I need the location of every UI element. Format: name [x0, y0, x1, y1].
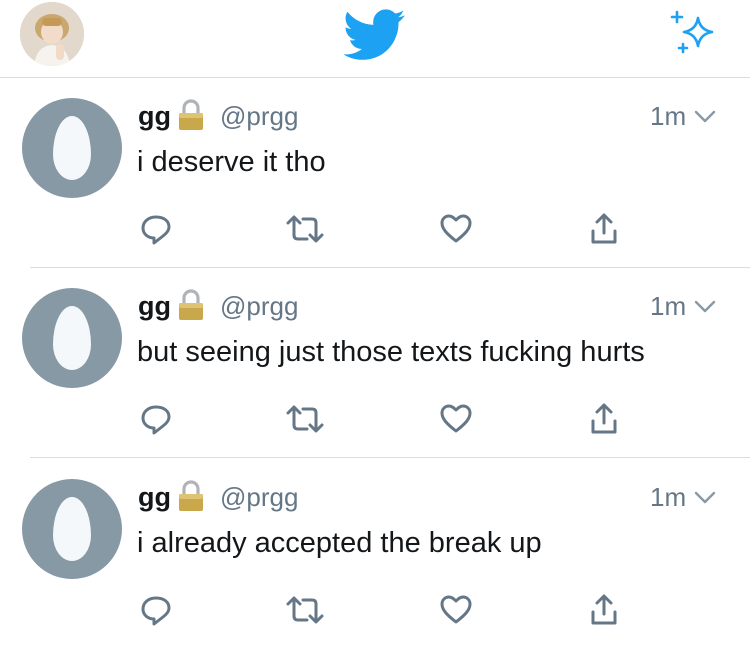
tweet-text: i deserve it tho [137, 146, 326, 178]
retweet-button[interactable] [284, 211, 326, 247]
like-button[interactable] [438, 592, 474, 628]
retweet-button[interactable] [284, 592, 326, 628]
like-icon [440, 404, 472, 433]
share-icon [591, 403, 617, 434]
avatar[interactable] [22, 479, 122, 579]
handle[interactable]: @prgg [220, 100, 298, 132]
profile-photo-icon [20, 2, 84, 66]
display-name[interactable]: gg [138, 290, 171, 322]
timestamp: 1m [650, 101, 687, 131]
avatar[interactable] [22, 288, 122, 388]
lock-icon [179, 289, 203, 320]
reply-icon [141, 596, 171, 626]
share-button[interactable] [586, 401, 622, 437]
reply-button[interactable] [138, 401, 174, 437]
tweet[interactable]: gg @prgg 1m i deserve it tho [0, 78, 750, 268]
reply-icon [141, 405, 171, 435]
handle[interactable]: @prgg [220, 481, 298, 513]
display-name[interactable]: gg [138, 100, 171, 132]
sparkle-icon[interactable] [668, 8, 720, 60]
top-bar [0, 0, 750, 78]
lock-icon [179, 99, 203, 130]
divider [30, 457, 750, 458]
tweet-text: but seeing just those texts fucking hurt… [137, 336, 645, 368]
egg-icon [53, 306, 91, 370]
reply-button[interactable] [138, 592, 174, 628]
handle[interactable]: @prgg [220, 290, 298, 322]
like-button[interactable] [438, 211, 474, 247]
avatar[interactable] [22, 98, 122, 198]
display-name[interactable]: gg [138, 481, 171, 513]
retweet-icon [286, 215, 324, 243]
profile-avatar[interactable] [20, 2, 84, 66]
reply-icon [141, 215, 171, 245]
share-button[interactable] [586, 211, 622, 247]
tweet-text: i already accepted the break up [137, 527, 542, 559]
reply-button[interactable] [138, 211, 174, 247]
retweet-button[interactable] [284, 401, 326, 437]
tweet[interactable]: gg @prgg 1m i already accepted the break… [0, 459, 750, 649]
like-icon [440, 214, 472, 243]
timestamp: 1m [650, 482, 687, 512]
retweet-icon [286, 405, 324, 433]
lock-icon [179, 480, 203, 511]
egg-icon [53, 116, 91, 180]
retweet-icon [286, 596, 324, 624]
chevron-down-icon[interactable] [694, 300, 716, 314]
share-icon [591, 594, 617, 625]
tweet[interactable]: gg @prgg 1m but seeing just those texts … [0, 268, 750, 458]
timestamp: 1m [650, 291, 687, 321]
share-button[interactable] [586, 592, 622, 628]
like-button[interactable] [438, 401, 474, 437]
like-icon [440, 595, 472, 624]
share-icon [591, 213, 617, 244]
egg-icon [53, 497, 91, 561]
chevron-down-icon[interactable] [694, 491, 716, 505]
twitter-bird-icon [344, 9, 405, 60]
chevron-down-icon[interactable] [694, 110, 716, 124]
